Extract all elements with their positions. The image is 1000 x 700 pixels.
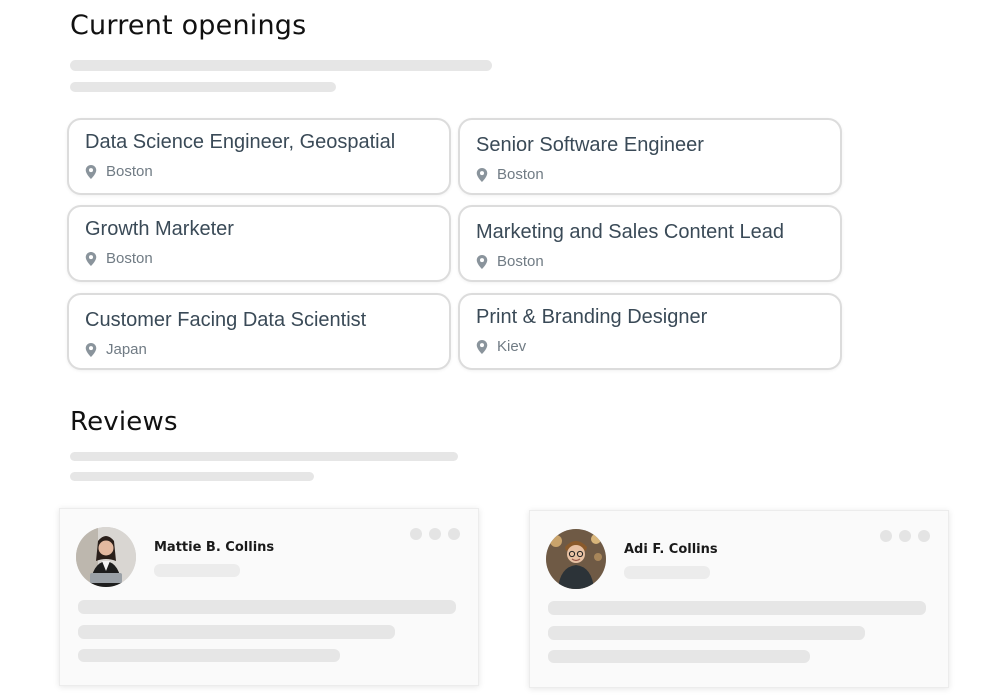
reviewer-name: Adi F. Collins bbox=[624, 542, 718, 557]
review-text-placeholder bbox=[78, 600, 456, 614]
map-pin-icon bbox=[476, 167, 488, 182]
job-location: Boston bbox=[476, 166, 544, 183]
review-card: Adi F. Collins bbox=[529, 510, 949, 688]
reviews-subtitle-placeholder bbox=[70, 452, 458, 461]
review-text-placeholder bbox=[78, 625, 395, 639]
job-title: Senior Software Engineer bbox=[476, 134, 704, 156]
dot bbox=[880, 530, 892, 542]
review-card: Mattie B. Collins bbox=[59, 508, 479, 686]
more-dots-icon[interactable] bbox=[410, 528, 460, 540]
map-pin-icon bbox=[476, 339, 488, 354]
map-pin-icon bbox=[476, 254, 488, 269]
review-text-placeholder bbox=[548, 626, 865, 640]
dot bbox=[899, 530, 911, 542]
job-location-label: Kiev bbox=[497, 338, 527, 355]
job-title: Print & Branding Designer bbox=[476, 306, 708, 328]
avatar-photo bbox=[76, 527, 136, 587]
dot bbox=[429, 528, 441, 540]
job-card[interactable]: Data Science Engineer, Geospatial Boston bbox=[67, 118, 451, 195]
job-location: Boston bbox=[476, 253, 544, 270]
review-text-placeholder bbox=[548, 650, 810, 663]
job-location-label: Boston bbox=[106, 250, 153, 267]
openings-subtitle-placeholder bbox=[70, 82, 336, 92]
job-location-label: Boston bbox=[497, 253, 544, 270]
job-location-label: Boston bbox=[497, 166, 544, 183]
review-text-placeholder bbox=[548, 601, 926, 615]
reviews-subtitle-placeholder bbox=[70, 472, 314, 481]
job-location-label: Japan bbox=[106, 341, 147, 358]
reviews-title: Reviews bbox=[70, 407, 178, 437]
job-location: Japan bbox=[85, 341, 147, 358]
job-location: Kiev bbox=[476, 338, 526, 355]
job-card[interactable]: Marketing and Sales Content Lead Boston bbox=[458, 205, 842, 282]
job-location-label: Boston bbox=[106, 163, 153, 180]
job-title: Marketing and Sales Content Lead bbox=[476, 221, 784, 243]
reviewer-meta-placeholder bbox=[624, 566, 710, 579]
dot bbox=[448, 528, 460, 540]
avatar bbox=[76, 527, 136, 587]
job-location: Boston bbox=[85, 163, 153, 180]
dot bbox=[410, 528, 422, 540]
map-pin-icon bbox=[85, 164, 97, 179]
openings-subtitle-placeholder bbox=[70, 60, 492, 71]
job-card[interactable]: Print & Branding Designer Kiev bbox=[458, 293, 842, 370]
map-pin-icon bbox=[85, 251, 97, 266]
avatar-photo bbox=[546, 529, 606, 589]
avatar bbox=[546, 529, 606, 589]
dot bbox=[918, 530, 930, 542]
reviewer-meta-placeholder bbox=[154, 564, 240, 577]
map-pin-icon bbox=[85, 342, 97, 357]
job-card[interactable]: Customer Facing Data Scientist Japan bbox=[67, 293, 451, 370]
more-dots-icon[interactable] bbox=[880, 530, 930, 542]
job-title: Growth Marketer bbox=[85, 218, 234, 240]
openings-title: Current openings bbox=[70, 10, 307, 41]
job-title: Customer Facing Data Scientist bbox=[85, 309, 367, 331]
job-card[interactable]: Growth Marketer Boston bbox=[67, 205, 451, 282]
job-title: Data Science Engineer, Geospatial bbox=[85, 131, 396, 153]
review-text-placeholder bbox=[78, 649, 340, 662]
job-location: Boston bbox=[85, 250, 153, 267]
job-card[interactable]: Senior Software Engineer Boston bbox=[458, 118, 842, 195]
reviewer-name: Mattie B. Collins bbox=[154, 540, 275, 555]
